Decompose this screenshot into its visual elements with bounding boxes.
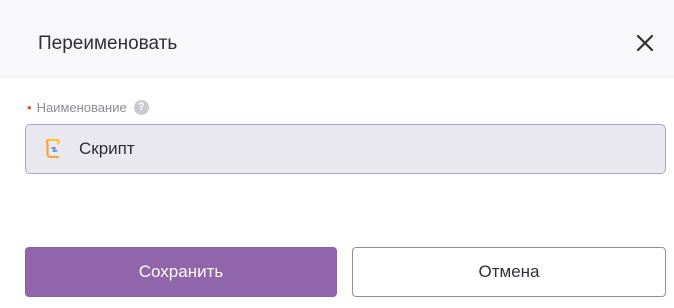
question-circle-icon[interactable]: ?: [133, 99, 149, 115]
name-label-text: Наименование: [36, 99, 127, 115]
name-input[interactable]: [79, 139, 639, 159]
name-field-label: • Наименование ?: [27, 97, 149, 117]
name-input-field[interactable]: [25, 124, 666, 174]
dialog-header: Переименовать: [0, 0, 674, 78]
script-icon: [45, 138, 60, 159]
dialog-title: Переименовать: [38, 33, 178, 54]
close-icon: [636, 34, 654, 52]
required-mark: •: [27, 99, 32, 115]
save-button[interactable]: Сохранить: [25, 247, 337, 297]
rename-dialog: Переименовать • Наименование ? Сохранить…: [0, 0, 674, 308]
close-button[interactable]: [630, 28, 660, 58]
cancel-button[interactable]: Отмена: [352, 247, 666, 297]
